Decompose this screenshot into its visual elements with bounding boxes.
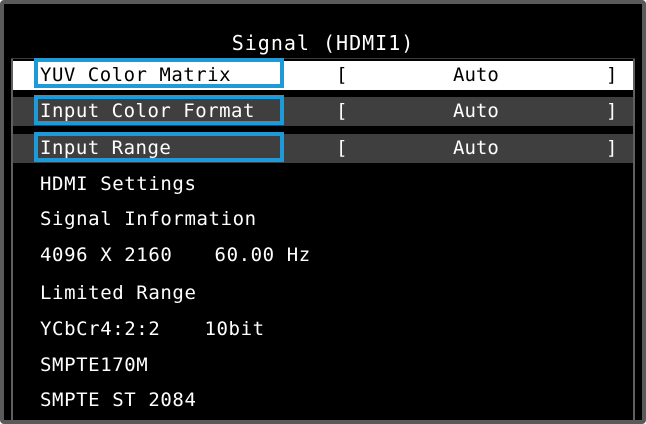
transfer-standard-value: SMPTE ST 2084 [40, 389, 197, 411]
setting-value: Auto [453, 64, 499, 86]
left-bracket: [ [336, 100, 348, 122]
right-bracket: ] [606, 100, 618, 122]
bit-depth-value: 10bit [204, 318, 265, 340]
color-format-value: YCbCr4:2:2 [40, 318, 161, 340]
hdmi-settings-label: HDMI Settings [40, 173, 197, 195]
setting-value: Auto [453, 137, 499, 159]
refresh-rate-value: 60.00 Hz [214, 244, 311, 266]
right-bracket: ] [606, 137, 618, 159]
resolution-line: 4096 X 2160 60.00 Hz [40, 242, 311, 269]
signal-information-heading: Signal Information [40, 208, 257, 230]
color-format-line: YCbCr4:2:2 10bit [40, 316, 265, 343]
left-bracket: [ [336, 137, 348, 159]
input-color-format-highlight [34, 95, 284, 125]
osd-title: Signal (HDMI1) [11, 27, 635, 59]
setting-value: Auto [453, 100, 499, 122]
right-bracket: ] [606, 64, 618, 86]
color-standard-value: SMPTE170M [40, 354, 149, 376]
yuv-color-matrix-highlight [34, 58, 284, 88]
input-range-highlight [34, 132, 284, 162]
signal-range-value: Limited Range [40, 282, 197, 304]
resolution-value: 4096 X 2160 [40, 244, 173, 266]
left-bracket: [ [336, 64, 348, 86]
